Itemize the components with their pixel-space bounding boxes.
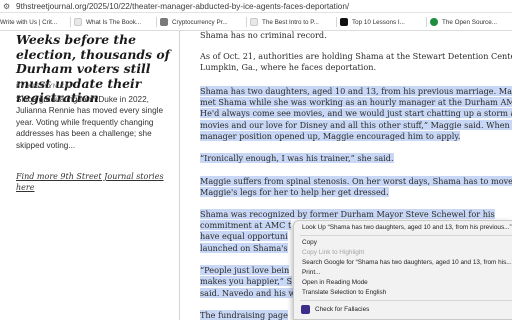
open-source-icon [430,18,438,26]
menu-item-translate[interactable]: Translate Selection to English [302,289,386,297]
menu-item-reading-mode[interactable]: Open in Reading Mode [302,279,368,287]
selected-text: movies and our love for Disney and all t… [200,120,512,130]
article-line: He'd always come see movies, and we woul… [200,108,512,119]
selected-text: “People just love bein [200,265,290,275]
bookmark-label: Top 10 Lessons I... [352,18,405,26]
selected-text: Maggie suffers from spinal stenosis. On … [200,176,512,186]
bookmarks-bar: Write with Us | Crit... What Is The Book… [0,13,512,31]
bookmark-label: The Best Intro to P... [262,18,319,26]
related-story-sidebar: Weeks before the election, thousands of … [0,31,180,320]
extension-icon [301,305,310,314]
selected-text: launched on Shama's [200,243,288,253]
selected-text: makes you happier,” S [200,276,293,286]
selected-text: Shama has two daughters, aged 10 and 13,… [200,86,512,96]
url-text[interactable]: 9thstreetjournal.org/2025/10/22/theater-… [16,0,349,13]
article-line: The fundraising page [200,310,288,320]
bookmark-label: The Open Source... [442,18,497,26]
menu-item-print[interactable]: Print... [302,269,320,277]
site-info-icon[interactable]: ⚙ [3,1,10,12]
menu-item-look-up[interactable]: Look Up “Shama has two daughters, aged 1… [302,224,512,232]
selected-text: said. Navedo and his w [200,288,296,298]
page-icon [250,18,258,26]
selected-text: The fundraising page [200,310,288,320]
article-line: have equal opportuni [200,231,288,242]
article-line: Shama was recognized by former Durham Ma… [200,209,495,220]
menu-item-label: Check for Fallacies [315,306,370,313]
more-stories-link[interactable]: Find more 9th Street Journal stories her… [16,171,174,193]
selected-text: Shama was recognized by former Durham Ma… [200,209,495,219]
article-line: launched on Shama's [200,243,288,254]
context-menu: Look Up “Shama has two daughters, aged 1… [293,220,512,320]
bookmark-label: Write with Us | Crit... [0,18,58,26]
article-line: manager position opened up, Maggie encou… [200,131,461,142]
article-line: Maggie's legs for her to help her get dr… [200,187,389,198]
line-text: As of Oct. 21, authorities are holding S… [200,51,512,61]
crypto-site-icon [160,18,168,26]
article-line: said. Navedo and his w [200,288,296,299]
menu-divider [300,300,512,301]
bookmark-divider [70,17,71,27]
article-line: “People just love bein [200,265,290,276]
line-text: Lumpkin, Ga., where he faces deportation… [200,62,377,72]
selected-text: manager position opened up, Maggie encou… [200,131,461,141]
bookmark-item[interactable]: Top 10 Lessons I... [340,13,424,31]
selected-text: Maggie's legs for her to help her get dr… [200,187,389,197]
article-line: As of Oct. 21, authorities are holding S… [200,51,512,62]
article-line: movies and our love for Disney and all t… [200,120,512,131]
bookmark-label: Cryptocurrency Pr... [172,18,228,26]
selected-text: “Ironically enough, I was his trainer,” … [200,153,394,163]
bookmark-item[interactable]: What Is The Book... [74,13,154,31]
menu-item-search-google[interactable]: Search Google for “Shama has two daughte… [302,259,512,267]
menu-item-copy-link-to-highlight: Copy Link to Highlight [302,249,365,256]
bookmark-divider [426,17,427,27]
bookmark-item[interactable]: Cryptocurrency Pr... [160,13,244,31]
bookmark-item[interactable]: Write with Us | Crit... [0,13,68,31]
bookmark-divider [246,17,247,27]
selected-text: have equal opportuni [200,231,288,241]
article-line: Shama has no criminal record. [200,31,327,41]
selected-text: met Shama while she was working as an ho… [200,97,512,107]
article-line: met Shama while she was working as an ho… [200,97,512,108]
menu-divider [300,235,512,236]
menu-item-copy[interactable]: Copy [302,239,317,247]
selected-text: commitment at AMC t [200,220,292,230]
related-story-byline: BY KATELYN CAI [16,83,72,90]
bookmark-divider [156,17,157,27]
bookmark-item[interactable]: The Best Intro to P... [250,13,334,31]
article-line: Maggie suffers from spinal stenosis. On … [200,176,512,187]
medium-icon [340,18,348,26]
line-text: Shama has no criminal record. [200,31,327,40]
bookmark-divider [336,17,337,27]
article-line: Lumpkin, Ga., where he faces deportation… [200,62,376,73]
page-icon [74,18,82,26]
address-bar[interactable]: ⚙ 9thstreetjournal.org/2025/10/22/theate… [0,0,512,13]
article-line: commitment at AMC t [200,220,292,231]
selected-text: He'd always come see movies, and we woul… [200,108,512,118]
article-line: “Ironically enough, I was his trainer,” … [200,153,394,164]
bookmark-label: What Is The Book... [86,18,142,26]
bookmark-item[interactable]: The Open Source... [430,13,512,31]
article-line: makes you happier,” S [200,276,293,287]
related-story-excerpt: Since graduating from Duke in 2022, Juli… [16,95,164,150]
article-line: Shama has two daughters, aged 10 and 13,… [200,86,512,97]
